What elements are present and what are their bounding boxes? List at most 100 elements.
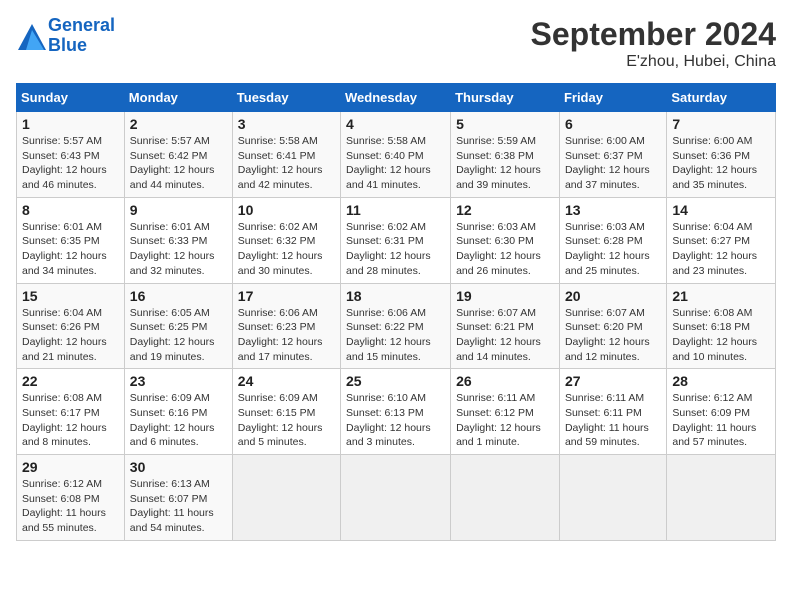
day-number: 7 (672, 116, 770, 132)
day-number: 29 (22, 459, 119, 475)
day-number: 16 (130, 288, 227, 304)
day-number: 17 (238, 288, 335, 304)
calendar-cell: 1 Sunrise: 5:57 AMSunset: 6:43 PMDayligh… (17, 112, 125, 198)
day-info: Sunrise: 5:58 AMSunset: 6:40 PMDaylight:… (346, 135, 431, 191)
day-number: 26 (456, 373, 554, 389)
day-info: Sunrise: 6:12 AMSunset: 6:08 PMDaylight:… (22, 478, 106, 534)
col-wednesday: Wednesday (341, 84, 451, 112)
day-number: 2 (130, 116, 227, 132)
day-info: Sunrise: 6:02 AMSunset: 6:32 PMDaylight:… (238, 221, 323, 277)
calendar-cell: 5 Sunrise: 5:59 AMSunset: 6:38 PMDayligh… (451, 112, 560, 198)
calendar-cell: 11 Sunrise: 6:02 AMSunset: 6:31 PMDaylig… (341, 197, 451, 283)
calendar-cell: 25 Sunrise: 6:10 AMSunset: 6:13 PMDaylig… (341, 369, 451, 455)
day-info: Sunrise: 6:08 AMSunset: 6:18 PMDaylight:… (672, 307, 757, 363)
day-info: Sunrise: 6:00 AMSunset: 6:37 PMDaylight:… (565, 135, 650, 191)
day-number: 18 (346, 288, 445, 304)
calendar-cell: 10 Sunrise: 6:02 AMSunset: 6:32 PMDaylig… (232, 197, 340, 283)
calendar-cell: 2 Sunrise: 5:57 AMSunset: 6:42 PMDayligh… (124, 112, 232, 198)
calendar-cell: 26 Sunrise: 6:11 AMSunset: 6:12 PMDaylig… (451, 369, 560, 455)
calendar-cell: 20 Sunrise: 6:07 AMSunset: 6:20 PMDaylig… (559, 283, 666, 369)
calendar-week-row: 29 Sunrise: 6:12 AMSunset: 6:08 PMDaylig… (17, 455, 776, 541)
calendar-header-row: Sunday Monday Tuesday Wednesday Thursday… (17, 84, 776, 112)
day-info: Sunrise: 6:03 AMSunset: 6:28 PMDaylight:… (565, 221, 650, 277)
calendar-cell: 12 Sunrise: 6:03 AMSunset: 6:30 PMDaylig… (451, 197, 560, 283)
day-number: 3 (238, 116, 335, 132)
day-number: 20 (565, 288, 661, 304)
day-number: 15 (22, 288, 119, 304)
day-info: Sunrise: 5:57 AMSunset: 6:43 PMDaylight:… (22, 135, 107, 191)
day-number: 12 (456, 202, 554, 218)
day-number: 6 (565, 116, 661, 132)
day-info: Sunrise: 6:11 AMSunset: 6:11 PMDaylight:… (565, 392, 649, 448)
day-number: 10 (238, 202, 335, 218)
calendar-cell (451, 455, 560, 541)
col-thursday: Thursday (451, 84, 560, 112)
calendar-cell: 22 Sunrise: 6:08 AMSunset: 6:17 PMDaylig… (17, 369, 125, 455)
day-number: 14 (672, 202, 770, 218)
day-info: Sunrise: 6:07 AMSunset: 6:21 PMDaylight:… (456, 307, 541, 363)
day-info: Sunrise: 6:06 AMSunset: 6:23 PMDaylight:… (238, 307, 323, 363)
day-info: Sunrise: 6:05 AMSunset: 6:25 PMDaylight:… (130, 307, 215, 363)
day-info: Sunrise: 6:13 AMSunset: 6:07 PMDaylight:… (130, 478, 214, 534)
day-number: 4 (346, 116, 445, 132)
day-info: Sunrise: 6:06 AMSunset: 6:22 PMDaylight:… (346, 307, 431, 363)
day-number: 13 (565, 202, 661, 218)
day-number: 25 (346, 373, 445, 389)
calendar-cell: 14 Sunrise: 6:04 AMSunset: 6:27 PMDaylig… (667, 197, 776, 283)
day-info: Sunrise: 6:09 AMSunset: 6:15 PMDaylight:… (238, 392, 323, 448)
calendar-cell (667, 455, 776, 541)
page-header: General Blue September 2024 E'zhou, Hube… (16, 16, 776, 71)
calendar-week-row: 22 Sunrise: 6:08 AMSunset: 6:17 PMDaylig… (17, 369, 776, 455)
day-number: 5 (456, 116, 554, 132)
day-number: 11 (346, 202, 445, 218)
calendar-cell: 23 Sunrise: 6:09 AMSunset: 6:16 PMDaylig… (124, 369, 232, 455)
location: E'zhou, Hubei, China (531, 53, 776, 71)
day-number: 21 (672, 288, 770, 304)
day-number: 30 (130, 459, 227, 475)
col-monday: Monday (124, 84, 232, 112)
calendar-cell (559, 455, 666, 541)
calendar-cell: 21 Sunrise: 6:08 AMSunset: 6:18 PMDaylig… (667, 283, 776, 369)
day-info: Sunrise: 6:11 AMSunset: 6:12 PMDaylight:… (456, 392, 541, 448)
day-number: 8 (22, 202, 119, 218)
day-info: Sunrise: 6:07 AMSunset: 6:20 PMDaylight:… (565, 307, 650, 363)
col-sunday: Sunday (17, 84, 125, 112)
calendar-table: Sunday Monday Tuesday Wednesday Thursday… (16, 83, 776, 541)
calendar-cell: 30 Sunrise: 6:13 AMSunset: 6:07 PMDaylig… (124, 455, 232, 541)
day-info: Sunrise: 6:10 AMSunset: 6:13 PMDaylight:… (346, 392, 431, 448)
day-number: 28 (672, 373, 770, 389)
calendar-cell: 27 Sunrise: 6:11 AMSunset: 6:11 PMDaylig… (559, 369, 666, 455)
day-info: Sunrise: 6:01 AMSunset: 6:35 PMDaylight:… (22, 221, 107, 277)
day-info: Sunrise: 5:58 AMSunset: 6:41 PMDaylight:… (238, 135, 323, 191)
col-tuesday: Tuesday (232, 84, 340, 112)
calendar-cell: 7 Sunrise: 6:00 AMSunset: 6:36 PMDayligh… (667, 112, 776, 198)
logo: General Blue (16, 16, 115, 56)
calendar-cell: 9 Sunrise: 6:01 AMSunset: 6:33 PMDayligh… (124, 197, 232, 283)
day-number: 9 (130, 202, 227, 218)
calendar-week-row: 1 Sunrise: 5:57 AMSunset: 6:43 PMDayligh… (17, 112, 776, 198)
day-info: Sunrise: 6:02 AMSunset: 6:31 PMDaylight:… (346, 221, 431, 277)
day-info: Sunrise: 6:00 AMSunset: 6:36 PMDaylight:… (672, 135, 757, 191)
calendar-week-row: 8 Sunrise: 6:01 AMSunset: 6:35 PMDayligh… (17, 197, 776, 283)
day-number: 24 (238, 373, 335, 389)
calendar-cell: 15 Sunrise: 6:04 AMSunset: 6:26 PMDaylig… (17, 283, 125, 369)
calendar-cell: 18 Sunrise: 6:06 AMSunset: 6:22 PMDaylig… (341, 283, 451, 369)
col-friday: Friday (559, 84, 666, 112)
calendar-cell: 8 Sunrise: 6:01 AMSunset: 6:35 PMDayligh… (17, 197, 125, 283)
calendar-cell: 4 Sunrise: 5:58 AMSunset: 6:40 PMDayligh… (341, 112, 451, 198)
calendar-cell (341, 455, 451, 541)
calendar-cell: 19 Sunrise: 6:07 AMSunset: 6:21 PMDaylig… (451, 283, 560, 369)
logo-text: General Blue (48, 16, 115, 56)
calendar-cell: 6 Sunrise: 6:00 AMSunset: 6:37 PMDayligh… (559, 112, 666, 198)
day-info: Sunrise: 6:12 AMSunset: 6:09 PMDaylight:… (672, 392, 756, 448)
calendar-cell: 28 Sunrise: 6:12 AMSunset: 6:09 PMDaylig… (667, 369, 776, 455)
day-info: Sunrise: 6:01 AMSunset: 6:33 PMDaylight:… (130, 221, 215, 277)
day-number: 22 (22, 373, 119, 389)
day-info: Sunrise: 6:08 AMSunset: 6:17 PMDaylight:… (22, 392, 107, 448)
day-info: Sunrise: 6:03 AMSunset: 6:30 PMDaylight:… (456, 221, 541, 277)
logo-icon (16, 22, 44, 50)
month-year: September 2024 (531, 16, 776, 53)
day-number: 19 (456, 288, 554, 304)
day-number: 27 (565, 373, 661, 389)
day-info: Sunrise: 5:57 AMSunset: 6:42 PMDaylight:… (130, 135, 215, 191)
